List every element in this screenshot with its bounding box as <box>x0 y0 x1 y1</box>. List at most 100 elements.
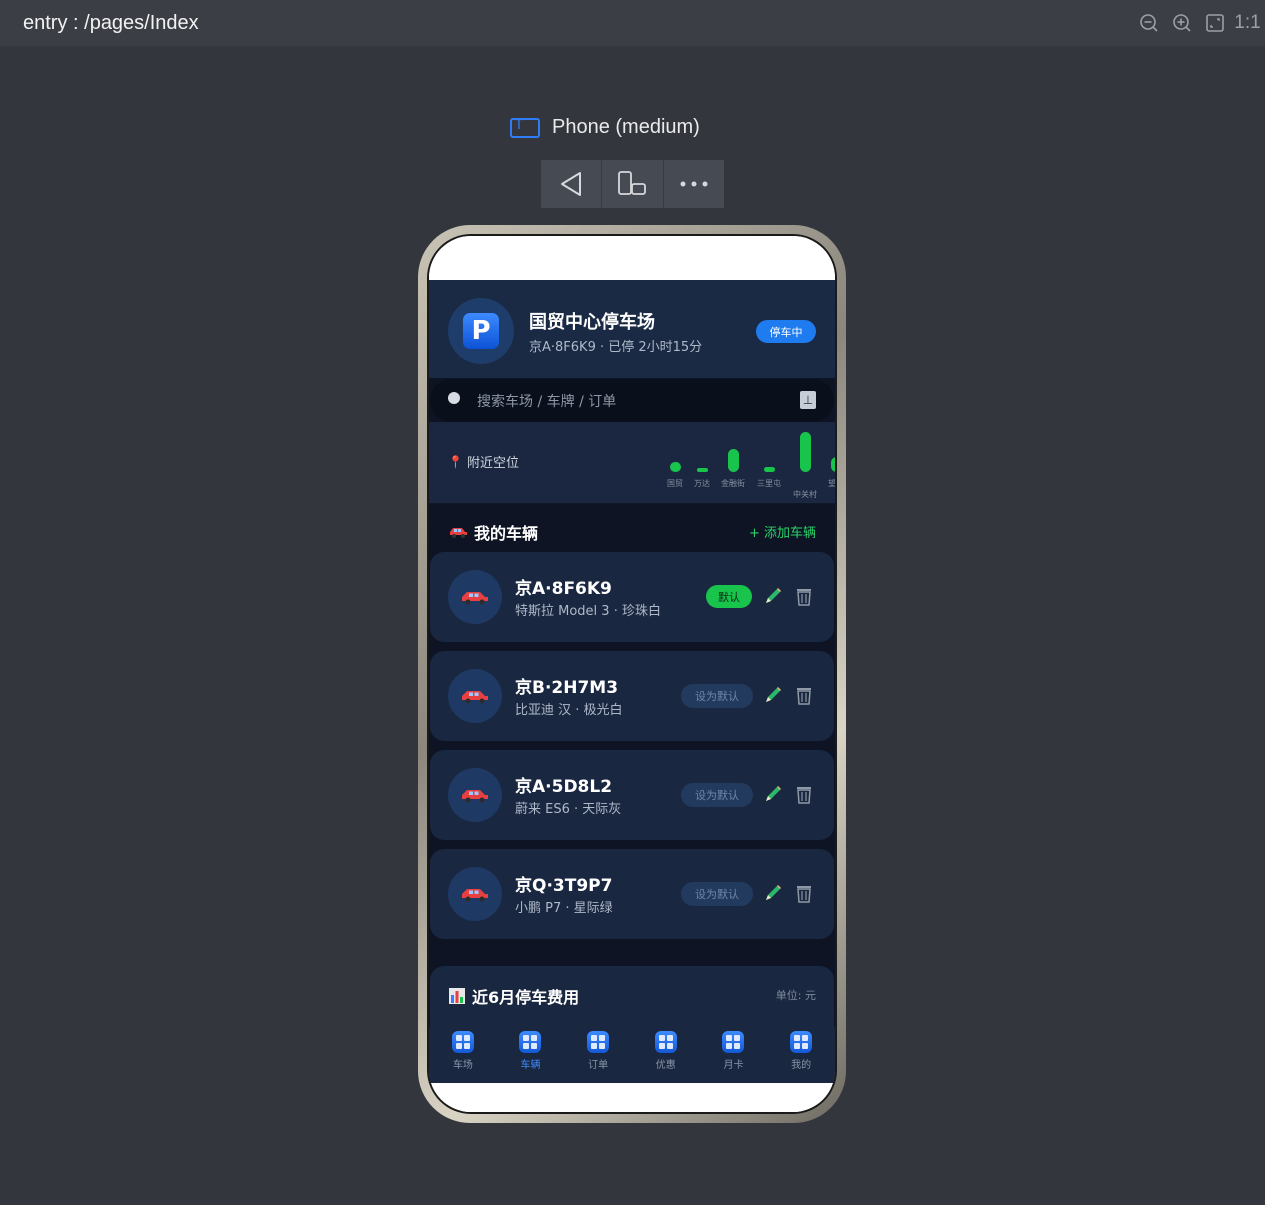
vehicles-title: 我的车辆 <box>448 520 538 544</box>
tab-label: 车辆 <box>520 1060 541 1071</box>
vehicle-card[interactable]: 京B·2H7M3 比亚迪 汉 · 极光白 设为默认 <box>430 651 834 741</box>
tab-label: 优惠 <box>655 1060 676 1071</box>
phone-bezel: P 国贸中心停车场 京A·8F6K9 · 已停 2小时15分 停车中 搜索车场 … <box>427 234 837 1114</box>
tab-grid-icon <box>722 1031 745 1053</box>
car-icon <box>450 528 467 538</box>
cost-title-text: 近6月停车费用 <box>472 988 580 1007</box>
tab-4[interactable]: 月卡 <box>708 1027 758 1083</box>
parking-p-icon: P <box>463 313 499 349</box>
rotate-button[interactable] <box>602 160 664 208</box>
vehicle-model: 小鹏 P7 · 星际绿 <box>515 901 613 916</box>
bottom-tab-bar: 车场 车辆 订单 优惠 月卡 我的 <box>429 1027 835 1083</box>
vehicle-plate: 京Q·3T9P7 <box>515 876 613 896</box>
device-label: Phone (medium) <box>510 116 700 139</box>
vehicle-plate: 京A·5D8L2 <box>515 777 613 797</box>
delete-trash-icon[interactable] <box>795 784 813 804</box>
tab-2[interactable]: 订单 <box>573 1027 623 1083</box>
tab-grid-icon <box>654 1031 677 1053</box>
edit-pencil-icon[interactable] <box>763 883 783 903</box>
chart-tick-label: 国贸 <box>667 479 683 488</box>
set-default-button[interactable]: 设为默认 <box>681 684 753 708</box>
zoom-in-icon[interactable] <box>1170 10 1193 36</box>
scan-icon[interactable]: ⊥ <box>800 391 816 409</box>
vehicle-avatar <box>448 669 502 723</box>
tab-0[interactable]: 车场 <box>438 1027 488 1083</box>
vehicles-section-header: 我的车辆 + 添加车辆 <box>429 504 835 554</box>
page-path: entry : /pages/Index <box>23 11 199 34</box>
edit-pencil-icon[interactable] <box>763 784 783 804</box>
set-default-button[interactable]: 设为默认 <box>681 783 753 807</box>
home-indicator-area <box>429 1083 835 1112</box>
chart-bar-0 <box>669 462 681 472</box>
cost-unit: 单位: 元 <box>775 989 816 1002</box>
parking-status-badge: 停车中 <box>756 320 816 343</box>
nearby-label: 📍 附近空位 <box>448 452 519 472</box>
app-root: P 国贸中心停车场 京A·8F6K9 · 已停 2小时15分 停车中 搜索车场 … <box>429 280 835 1083</box>
car-icon <box>462 889 488 902</box>
back-triangle-icon <box>561 172 582 196</box>
search-input[interactable]: 搜索车场 / 车牌 / 订单 <box>477 391 616 411</box>
cost-title: 近6月停车费用 <box>448 984 579 1008</box>
more-button[interactable] <box>664 160 724 208</box>
device-icon <box>510 117 540 138</box>
ide-topbar: entry : /pages/Index 1:1 <box>0 0 1265 46</box>
vehicle-avatar <box>448 768 502 822</box>
edit-pencil-icon[interactable] <box>763 586 783 606</box>
tab-3[interactable]: 优惠 <box>641 1027 691 1083</box>
vehicle-avatar <box>448 570 502 624</box>
chart-tick-label: 金融街 <box>721 479 745 488</box>
set-default-button[interactable]: 设为默认 <box>681 882 753 906</box>
add-vehicle-button[interactable]: + 添加车辆 <box>749 522 816 541</box>
phone-screen: P 国贸中心停车场 京A·8F6K9 · 已停 2小时15分 停车中 搜索车场 … <box>429 236 835 1112</box>
delete-trash-icon[interactable] <box>795 685 813 705</box>
car-icon <box>462 592 488 605</box>
parking-subtitle: 京A·8F6K9 · 已停 2小时15分 <box>529 340 703 355</box>
vehicle-card[interactable]: 京Q·3T9P7 小鹏 P7 · 星际绿 设为默认 <box>430 849 834 939</box>
phone-frame: P 国贸中心停车场 京A·8F6K9 · 已停 2小时15分 停车中 搜索车场 … <box>418 225 846 1123</box>
vehicles-title-text: 我的车辆 <box>474 524 539 543</box>
chart-tick-label: 望京 <box>828 479 835 488</box>
tab-5[interactable]: 我的 <box>776 1027 826 1083</box>
tab-grid-icon <box>519 1031 542 1053</box>
edit-pencil-icon[interactable] <box>763 685 783 705</box>
rotate-device-icon <box>618 171 647 195</box>
tab-grid-icon <box>587 1031 610 1053</box>
device-name: Phone (medium) <box>552 116 700 138</box>
pin-icon: 📍 <box>448 454 463 469</box>
car-icon <box>462 790 488 803</box>
back-button[interactable] <box>541 160 603 208</box>
ratio-button[interactable]: 1:1 <box>1234 10 1260 36</box>
parking-header-card[interactable]: P 国贸中心停车场 京A·8F6K9 · 已停 2小时15分 停车中 <box>429 280 835 378</box>
search-bar[interactable]: 搜索车场 / 车牌 / 订单 ⊥ <box>430 379 834 422</box>
vehicle-plate: 京B·2H7M3 <box>515 678 619 698</box>
chart-tick-label: 三里屯 <box>757 479 781 488</box>
tab-label: 我的 <box>791 1060 812 1071</box>
vehicle-card[interactable]: 京A·8F6K9 特斯拉 Model 3 · 珍珠白 默认 <box>430 552 834 642</box>
fit-screen-icon[interactable] <box>1203 10 1226 36</box>
vehicle-card[interactable]: 京A·5D8L2 蔚来 ES6 · 天际灰 设为默认 <box>430 750 834 840</box>
status-bar <box>429 236 835 280</box>
device-toolbar <box>541 160 724 208</box>
chart-bar-3 <box>763 467 775 472</box>
chart-bar-2 <box>727 449 739 472</box>
nearby-spaces-panel: 📍 附近空位 国贸 万达 金融街 三里屯中关村 望京 <box>429 422 835 504</box>
zoom-tools: 1:1 <box>1137 10 1261 36</box>
zoom-out-icon[interactable] <box>1137 10 1160 36</box>
vehicle-plate: 京A·8F6K9 <box>515 579 612 599</box>
chart-bar-5 <box>830 457 835 472</box>
vehicle-model: 比亚迪 汉 · 极光白 <box>515 703 623 718</box>
nearby-label-text: 附近空位 <box>466 456 519 471</box>
parking-title: 国贸中心停车场 <box>529 312 655 333</box>
bar-chart-icon <box>449 988 465 1004</box>
vehicle-model: 特斯拉 Model 3 · 珍珠白 <box>515 604 661 619</box>
chart-bar-1 <box>696 468 708 472</box>
delete-trash-icon[interactable] <box>795 883 813 903</box>
parking-logo: P <box>448 298 514 364</box>
tab-label: 订单 <box>588 1060 609 1071</box>
tab-label: 月卡 <box>723 1060 744 1071</box>
nearby-spaces-chart: 国贸 万达 金融街 三里屯中关村 望京 <box>619 422 835 504</box>
tab-1[interactable]: 车辆 <box>505 1027 555 1083</box>
delete-trash-icon[interactable] <box>795 586 813 606</box>
tab-label: 车场 <box>452 1060 473 1071</box>
chart-tick-label: 中关村 <box>793 490 817 499</box>
